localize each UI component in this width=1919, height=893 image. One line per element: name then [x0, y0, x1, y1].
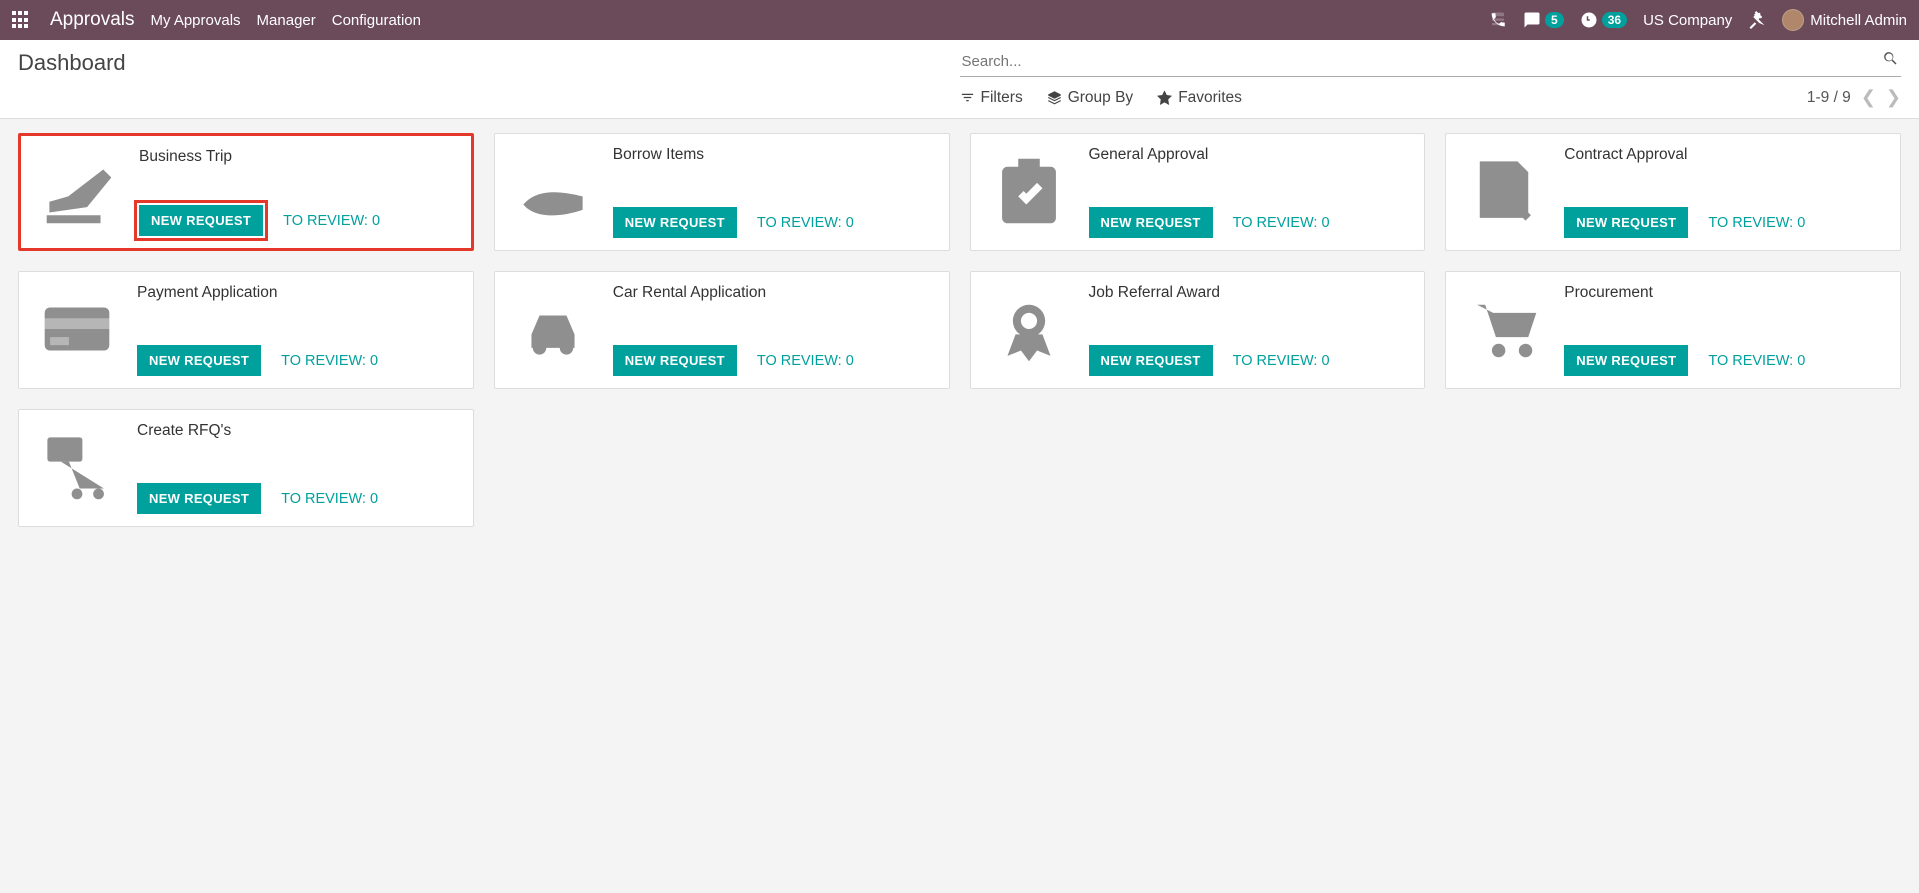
activities-badge: 36	[1602, 12, 1627, 28]
group-by-label: Group By	[1068, 89, 1133, 107]
contract-icon	[1458, 144, 1550, 238]
rfq-icon	[31, 420, 123, 514]
favorites-dropdown[interactable]: Favorites	[1157, 89, 1242, 107]
group-by-dropdown[interactable]: Group By	[1047, 89, 1133, 107]
avatar	[1782, 9, 1804, 31]
company-switcher[interactable]: US Company	[1643, 12, 1732, 29]
new-request-button[interactable]: NEW REQUEST	[613, 207, 737, 238]
user-menu[interactable]: Mitchell Admin	[1782, 9, 1907, 31]
approval-card[interactable]: Car Rental Application NEW REQUEST TO RE…	[494, 271, 950, 389]
pager: 1-9 / 9 ❮ ❯	[1807, 87, 1901, 108]
card-title: Job Referral Award	[1089, 284, 1413, 302]
menu-manager[interactable]: Manager	[257, 12, 316, 29]
card-title: General Approval	[1089, 146, 1413, 164]
card-icon	[31, 282, 123, 376]
new-request-button[interactable]: NEW REQUEST	[1564, 207, 1688, 238]
approval-card[interactable]: General Approval NEW REQUEST TO REVIEW: …	[970, 133, 1426, 251]
approval-card[interactable]: Create RFQ's NEW REQUEST TO REVIEW: 0	[18, 409, 474, 527]
discuss-badge: 5	[1545, 12, 1564, 28]
user-name: Mitchell Admin	[1810, 12, 1907, 29]
hand-icon	[507, 144, 599, 238]
discuss-icon[interactable]: 5	[1523, 11, 1564, 29]
to-review-link[interactable]: TO REVIEW: 0	[281, 353, 378, 369]
filter-group: Filters Group By Favorites	[960, 89, 1242, 107]
new-request-button[interactable]: NEW REQUEST	[137, 345, 261, 376]
new-request-button[interactable]: NEW REQUEST	[1564, 345, 1688, 376]
approval-card[interactable]: Payment Application NEW REQUEST TO REVIE…	[18, 271, 474, 389]
new-request-button[interactable]: NEW REQUEST	[1089, 207, 1213, 238]
pager-next-icon[interactable]: ❯	[1886, 87, 1901, 108]
clipboard-icon	[983, 144, 1075, 238]
to-review-link[interactable]: TO REVIEW: 0	[281, 491, 378, 507]
activities-icon[interactable]: 36	[1580, 11, 1627, 29]
nav-left: Approvals My Approvals Manager Configura…	[12, 9, 421, 31]
plane-icon	[33, 146, 125, 236]
new-request-button[interactable]: NEW REQUEST	[137, 483, 261, 514]
card-title: Borrow Items	[613, 146, 937, 164]
page-title: Dashboard	[18, 50, 126, 76]
card-title: Create RFQ's	[137, 422, 461, 440]
new-request-button[interactable]: NEW REQUEST	[613, 345, 737, 376]
menu-configuration[interactable]: Configuration	[332, 12, 421, 29]
to-review-link[interactable]: TO REVIEW: 0	[757, 215, 854, 231]
approval-card[interactable]: Job Referral Award NEW REQUEST TO REVIEW…	[970, 271, 1426, 389]
phone-icon[interactable]	[1489, 11, 1507, 29]
to-review-link[interactable]: TO REVIEW: 0	[283, 213, 380, 229]
card-title: Car Rental Application	[613, 284, 937, 302]
award-icon	[983, 282, 1075, 376]
new-request-button[interactable]: NEW REQUEST	[1089, 345, 1213, 376]
card-title: Business Trip	[139, 148, 459, 166]
app-name[interactable]: Approvals	[50, 9, 135, 31]
search-input[interactable]	[962, 53, 1883, 70]
to-review-link[interactable]: TO REVIEW: 0	[1708, 353, 1805, 369]
debug-tools-icon[interactable]	[1748, 11, 1766, 29]
new-request-button[interactable]: NEW REQUEST	[139, 205, 263, 236]
search-box[interactable]	[960, 48, 1902, 77]
card-title: Procurement	[1564, 284, 1888, 302]
approval-card[interactable]: Procurement NEW REQUEST TO REVIEW: 0	[1445, 271, 1901, 389]
filters-dropdown[interactable]: Filters	[960, 89, 1023, 107]
car-icon	[507, 282, 599, 376]
menu-my-approvals[interactable]: My Approvals	[151, 12, 241, 29]
to-review-link[interactable]: TO REVIEW: 0	[1708, 215, 1805, 231]
approval-card[interactable]: Business Trip NEW REQUEST TO REVIEW: 0	[18, 133, 474, 251]
to-review-link[interactable]: TO REVIEW: 0	[1233, 215, 1330, 231]
pager-prev-icon[interactable]: ❮	[1861, 87, 1876, 108]
apps-launcher-icon[interactable]	[12, 11, 30, 29]
card-title: Payment Application	[137, 284, 461, 302]
top-navbar: Approvals My Approvals Manager Configura…	[0, 0, 1919, 40]
to-review-link[interactable]: TO REVIEW: 0	[1233, 353, 1330, 369]
filters-label: Filters	[981, 89, 1023, 107]
control-panel: Dashboard Filters Group By Favorites 1-9	[0, 40, 1919, 119]
favorites-label: Favorites	[1178, 89, 1242, 107]
approval-card[interactable]: Contract Approval NEW REQUEST TO REVIEW:…	[1445, 133, 1901, 251]
company-name: US Company	[1643, 12, 1732, 29]
card-title: Contract Approval	[1564, 146, 1888, 164]
approval-cards-grid: Business Trip NEW REQUEST TO REVIEW: 0 B…	[0, 119, 1919, 541]
search-icon[interactable]	[1882, 50, 1899, 72]
to-review-link[interactable]: TO REVIEW: 0	[757, 353, 854, 369]
cart-icon	[1458, 282, 1550, 376]
pager-range: 1-9 / 9	[1807, 89, 1851, 107]
nav-right: 5 36 US Company Mitchell Admin	[1489, 9, 1907, 31]
approval-card[interactable]: Borrow Items NEW REQUEST TO REVIEW: 0	[494, 133, 950, 251]
